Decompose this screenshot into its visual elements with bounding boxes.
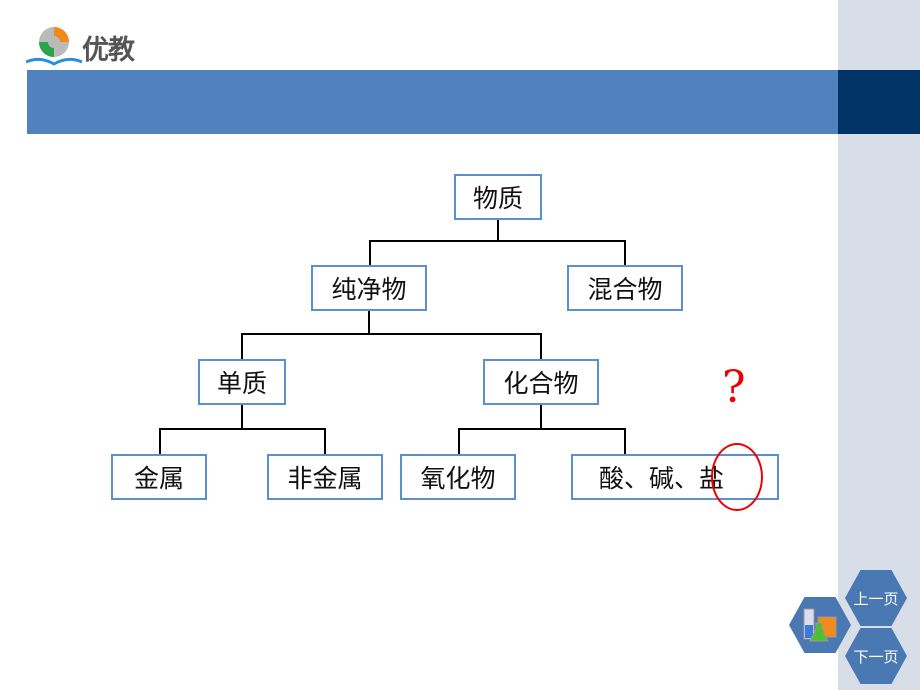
title-banner xyxy=(27,70,838,134)
banner-accent xyxy=(838,70,920,134)
node-oxide: 氧化物 xyxy=(400,454,516,500)
node-pure-substance: 纯净物 xyxy=(311,265,427,311)
acid-base-label: 酸、碱、 xyxy=(599,464,700,493)
logo-text: 优教 xyxy=(82,35,135,66)
node-matter: 物质 xyxy=(454,174,542,220)
salt-highlight-circle xyxy=(711,443,763,511)
node-metal: 金属 xyxy=(111,454,207,500)
node-mixture: 混合物 xyxy=(567,265,683,311)
question-mark: ? xyxy=(722,362,746,413)
node-nonmetal: 非金属 xyxy=(267,454,383,500)
node-element: 单质 xyxy=(198,359,286,405)
node-compound: 化合物 xyxy=(483,359,599,405)
